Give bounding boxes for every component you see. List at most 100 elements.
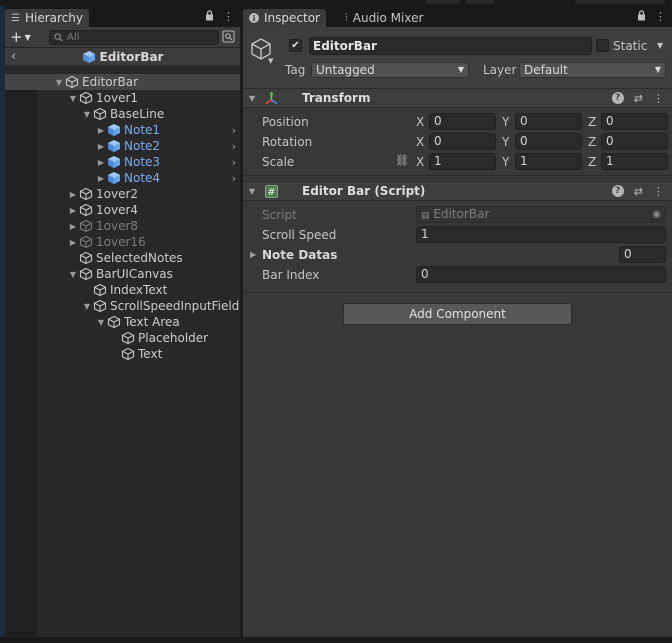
static-dropdown-caret[interactable]: ▼ xyxy=(657,41,663,50)
fold-arrow-icon[interactable]: ▼ xyxy=(249,187,255,196)
hierarchy-row-label: BaseLine xyxy=(110,107,165,121)
static-checkbox[interactable] xyxy=(596,39,609,52)
scale-x-field[interactable]: 1 xyxy=(429,153,496,170)
object-name-field[interactable]: EditorBar xyxy=(309,37,592,55)
presets-icon[interactable]: ⇄ xyxy=(634,92,643,105)
hierarchy-row[interactable]: ▶ Note1 › xyxy=(5,122,240,138)
hierarchy-row[interactable]: ▼ BaseLine xyxy=(5,106,240,122)
transform-row: Scale ⛓ X 1 Y 1 Z 1 xyxy=(243,152,672,172)
search-icon xyxy=(54,33,63,42)
rotation-y-field[interactable]: 0 xyxy=(515,133,582,150)
hierarchy-row-label: 1over16 xyxy=(96,235,146,249)
scroll-speed-row: Scroll Speed 1 xyxy=(243,225,672,245)
expand-arrow-open-icon[interactable]: ▼ xyxy=(67,270,79,279)
scale-z-field[interactable]: 1 xyxy=(601,153,668,170)
help-icon[interactable]: ? xyxy=(611,184,624,197)
fold-arrow-icon[interactable]: ▼ xyxy=(249,94,255,103)
hierarchy-row[interactable]: Placeholder xyxy=(5,330,240,346)
back-arrow-icon[interactable]: ‹ xyxy=(11,49,16,64)
kebab-menu-icon[interactable]: ⋮ xyxy=(223,10,234,24)
help-icon[interactable]: ? xyxy=(611,91,624,104)
open-prefab-chevron-icon[interactable]: › xyxy=(232,140,236,153)
kebab-menu-icon[interactable]: ⋮ xyxy=(655,10,666,24)
scroll-speed-field[interactable]: 1 xyxy=(416,226,666,243)
hierarchy-row[interactable]: ▶ 1over8 xyxy=(5,218,240,234)
expand-arrow-open-icon[interactable]: ▼ xyxy=(67,94,79,103)
active-checkbox[interactable]: ✔ xyxy=(289,39,302,52)
hierarchy-tab-tools: ⋮ xyxy=(205,10,234,24)
expand-arrow-open-icon[interactable]: ▼ xyxy=(53,78,65,87)
script-field-row: Script ▤ EditorBar ◉ xyxy=(243,205,672,225)
layer-dropdown[interactable]: Default ▼ xyxy=(519,62,666,78)
hierarchy-row[interactable]: ▶ 1over4 xyxy=(5,202,240,218)
scale-y-field[interactable]: 1 xyxy=(515,153,582,170)
axis-y-label: Y xyxy=(502,135,510,149)
expand-arrow-closed-icon[interactable]: ▶ xyxy=(67,190,79,199)
search-by-scene-icon[interactable] xyxy=(222,30,236,45)
open-prefab-chevron-icon[interactable]: › xyxy=(232,124,236,137)
lock-icon[interactable] xyxy=(205,10,214,24)
constrain-proportions-icon[interactable]: ⛓ xyxy=(395,154,409,167)
note-datas-row[interactable]: ▶ Note Datas 0 xyxy=(243,245,672,265)
note-datas-size-field[interactable]: 0 xyxy=(619,246,666,263)
expand-arrow-open-icon[interactable]: ▼ xyxy=(81,302,93,311)
script-component-header[interactable]: ▼ # Editor Bar (Script) ? ⇄ ⋮ xyxy=(243,181,672,201)
expand-arrow-closed-icon[interactable]: ▶ xyxy=(67,238,79,247)
expand-arrow-closed-icon[interactable]: ▶ xyxy=(67,222,79,231)
presets-icon[interactable]: ⇄ xyxy=(634,185,643,198)
position-x-field[interactable]: 0 xyxy=(429,113,496,130)
open-prefab-chevron-icon[interactable]: › xyxy=(232,156,236,169)
add-component-button[interactable]: Add Component xyxy=(343,303,572,325)
hierarchy-row[interactable]: ▼ Text Area xyxy=(5,314,240,330)
transform-component-header[interactable]: ▼ Transform ? ⇄ ⋮ xyxy=(243,88,672,108)
hierarchy-row[interactable]: IndexText xyxy=(5,282,240,298)
lock-icon[interactable] xyxy=(637,10,646,24)
expand-arrow-open-icon[interactable]: ▼ xyxy=(81,110,93,119)
svg-text:#: # xyxy=(267,187,275,198)
hierarchy-row[interactable]: ▶ Note4 › xyxy=(5,170,240,186)
hierarchy-row[interactable]: ▼ ScrollSpeedInputField xyxy=(5,298,240,314)
hierarchy-row[interactable]: ▶ Note2 › xyxy=(5,138,240,154)
hierarchy-row[interactable]: ▶ 1over2 xyxy=(5,186,240,202)
note-datas-label: Note Datas xyxy=(262,248,338,262)
hierarchy-search-input[interactable]: All xyxy=(49,30,219,45)
tab-hierarchy[interactable]: ☰ Hierarchy xyxy=(5,9,89,27)
create-button[interactable]: + ▼ xyxy=(10,30,31,45)
expand-arrow-open-icon[interactable]: ▼ xyxy=(95,318,107,327)
icon-dropdown-caret[interactable]: ▼ xyxy=(268,57,273,65)
axis-x-label: X xyxy=(416,155,425,169)
inspector-tabbar: i Inspector ⫶ Audio Mixer ⋮ xyxy=(243,6,672,27)
transform-title: Transform xyxy=(302,91,371,105)
hierarchy-row[interactable]: ▼ EditorBar xyxy=(5,74,240,90)
divider xyxy=(243,292,672,293)
hierarchy-row[interactable]: ▼ BarUICanvas xyxy=(5,266,240,282)
position-z-field[interactable]: 0 xyxy=(601,113,668,130)
transform-row-label: Position xyxy=(262,115,309,129)
gameobject-cube-icon xyxy=(93,283,107,297)
hierarchy-row[interactable]: ▼ 1over1 xyxy=(5,90,240,106)
expand-arrow-closed-icon[interactable]: ▶ xyxy=(67,206,79,215)
tag-dropdown[interactable]: Untagged ▼ xyxy=(311,62,469,78)
expand-arrow-closed-icon[interactable]: ▶ xyxy=(95,142,107,151)
fold-arrow-icon[interactable]: ▶ xyxy=(250,250,256,259)
transform-row: Rotation X 0 Y 0 Z 0 xyxy=(243,132,672,152)
hierarchy-row[interactable]: SelectedNotes xyxy=(5,250,240,266)
object-picker-icon[interactable]: ◉ xyxy=(652,207,661,222)
bar-index-field[interactable]: 0 xyxy=(416,266,666,283)
tab-inspector[interactable]: i Inspector xyxy=(243,9,326,27)
bar-index-label: Bar Index xyxy=(262,268,320,282)
position-y-field[interactable]: 0 xyxy=(515,113,582,130)
kebab-menu-icon[interactable]: ⋮ xyxy=(653,92,664,105)
hierarchy-row[interactable]: Text xyxy=(5,346,240,362)
rotation-x-field[interactable]: 0 xyxy=(429,133,496,150)
kebab-menu-icon[interactable]: ⋮ xyxy=(653,185,664,198)
hierarchy-row[interactable]: ▶ Note3 › xyxy=(5,154,240,170)
open-prefab-chevron-icon[interactable]: › xyxy=(232,172,236,185)
hierarchy-row[interactable]: ▶ 1over16 xyxy=(5,234,240,250)
rotation-z-field[interactable]: 0 xyxy=(601,133,668,150)
script-reference-field[interactable]: ▤ EditorBar ◉ xyxy=(416,206,666,223)
expand-arrow-closed-icon[interactable]: ▶ xyxy=(95,126,107,135)
expand-arrow-closed-icon[interactable]: ▶ xyxy=(95,158,107,167)
tab-audio-mixer[interactable]: ⫶ Audio Mixer xyxy=(339,9,429,27)
expand-arrow-closed-icon[interactable]: ▶ xyxy=(95,174,107,183)
